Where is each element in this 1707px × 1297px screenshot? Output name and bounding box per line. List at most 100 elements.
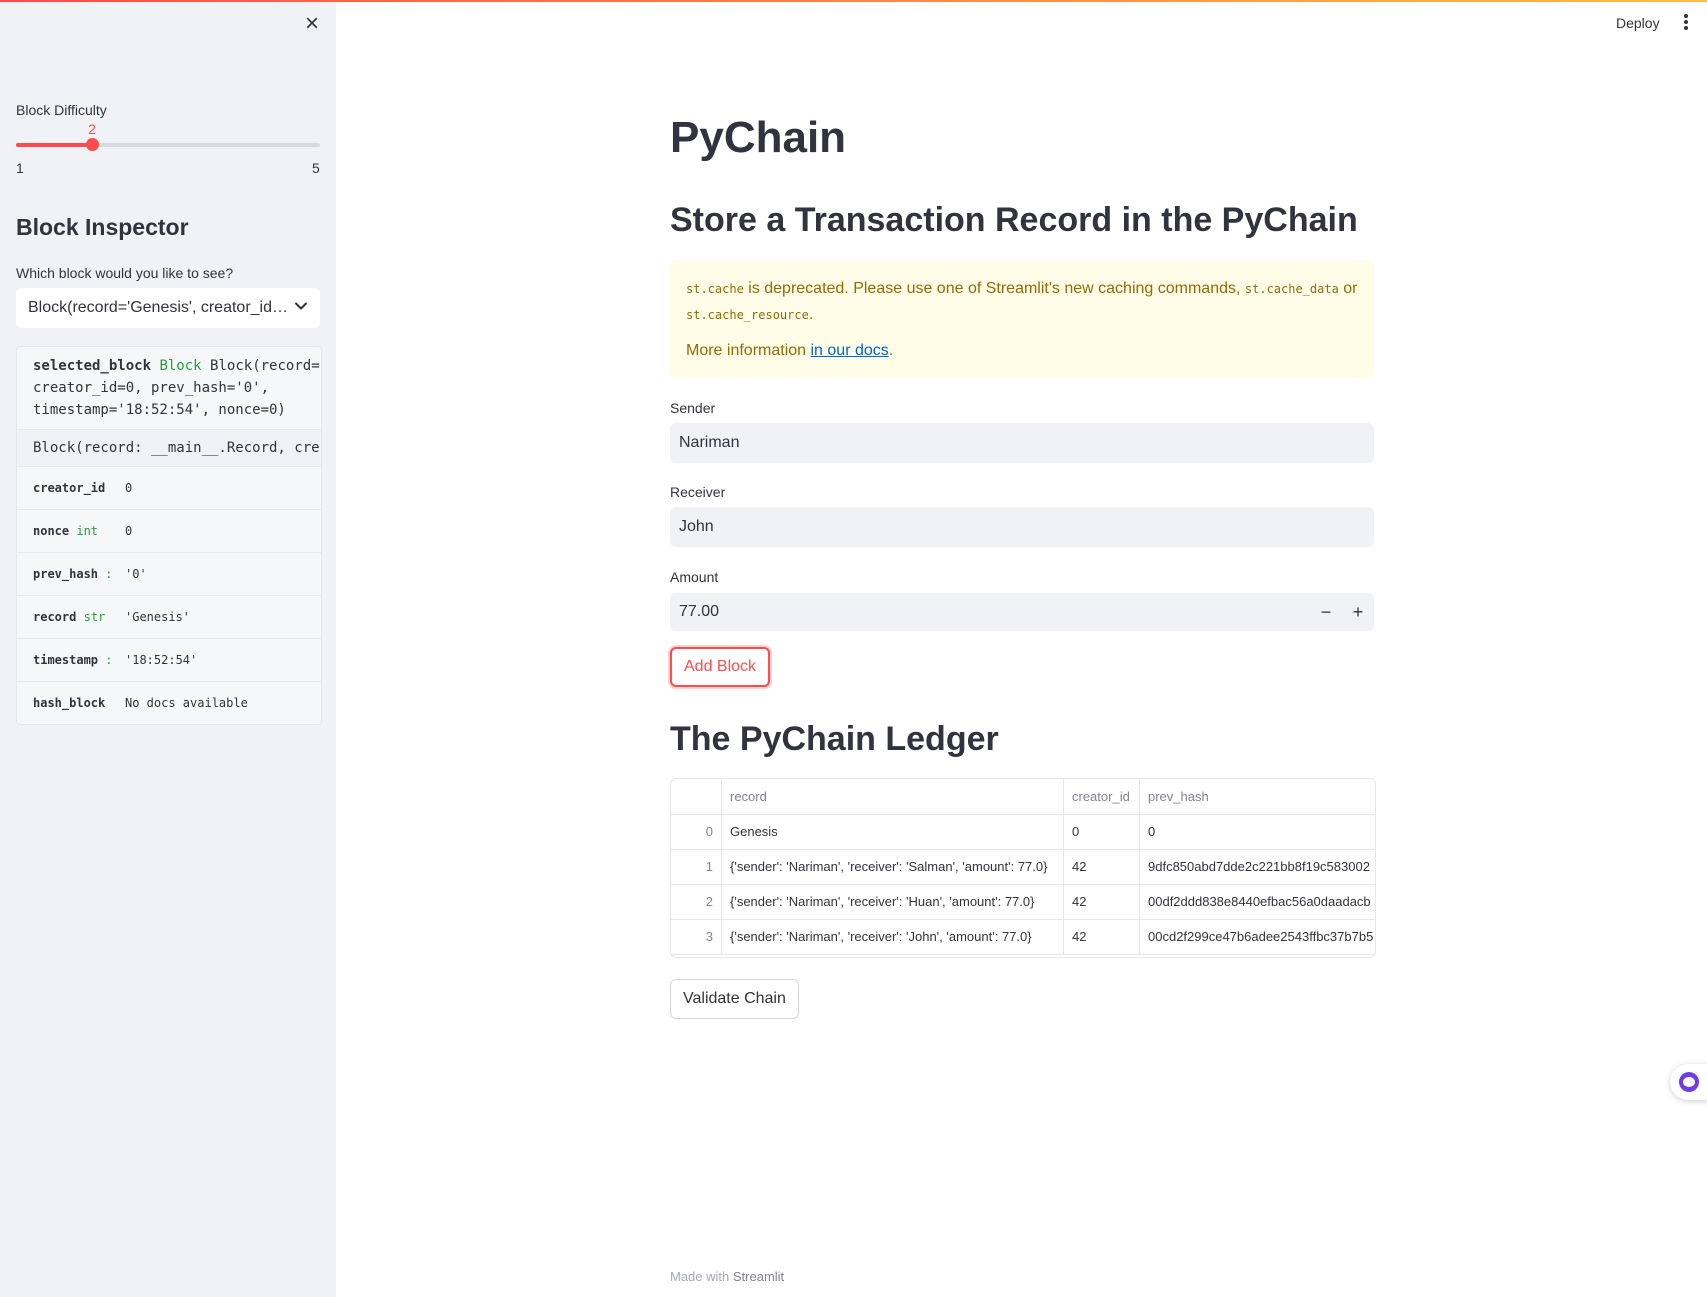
validate-chain-button[interactable]: Validate Chain bbox=[670, 979, 799, 1019]
table-cell[interactable]: 42 bbox=[1064, 849, 1140, 884]
help-docstring: Block(record: __main__.Record, cre bbox=[17, 430, 321, 467]
table-cell[interactable]: 00df2ddd838e8440efbac56a0daadacb bbox=[1140, 884, 1375, 919]
block-select-value: Block(record='Genesis', creator_id… bbox=[28, 299, 288, 316]
table-row: 1 {'sender': 'Nariman', 'receiver': 'Salm… bbox=[671, 849, 1375, 885]
help-member-key: record str bbox=[33, 610, 106, 624]
slider-fill bbox=[16, 143, 92, 147]
assistant-bubble-icon[interactable] bbox=[1670, 1064, 1707, 1100]
add-block-button[interactable]: Add Block bbox=[670, 647, 771, 687]
sidebar: × Block Difficulty 2 1 5 Block Inspector… bbox=[0, 0, 336, 1297]
decrement-button[interactable]: − bbox=[1310, 593, 1342, 631]
warning-line2: More information in our docs. bbox=[686, 338, 1358, 363]
receiver-label: Receiver bbox=[670, 484, 726, 500]
table-cell[interactable]: 42 bbox=[1064, 919, 1140, 954]
help-member-type: int bbox=[76, 524, 99, 538]
more-vertical-icon[interactable] bbox=[1680, 12, 1692, 34]
warning-text2: or bbox=[1338, 280, 1358, 297]
help-panel: selected_block Block Block(record= creat… bbox=[16, 346, 322, 725]
table-header-row: record creator_id prev_hash bbox=[671, 779, 1375, 815]
block-select-label: Which block would you like to see? bbox=[16, 265, 234, 281]
warning-code-cache-resource: st.cache_resource bbox=[686, 308, 809, 322]
table-header-cell[interactable]: creator_id bbox=[1064, 779, 1140, 814]
amount-number-input: − + bbox=[670, 593, 1374, 631]
footer-prefix: Made with bbox=[670, 1269, 733, 1284]
table-cell[interactable]: {'sender': 'Nariman', 'receiver': 'John'… bbox=[722, 919, 1064, 954]
warning-more-suffix: . bbox=[888, 342, 894, 359]
ledger-table[interactable]: record creator_id prev_hash 0 Genesis 0 0 1 {'se… bbox=[670, 778, 1376, 958]
table-header-cell[interactable] bbox=[671, 779, 722, 814]
help-member-value: 'Genesis' bbox=[125, 610, 191, 624]
table-header-cell[interactable]: record bbox=[722, 779, 1064, 814]
help-member-row: record str 'Genesis' bbox=[17, 596, 321, 639]
table-row: 2 {'sender': 'Nariman', 'receiver': 'Huan… bbox=[671, 884, 1375, 920]
warning-line1: st.cache is deprecated. Please use one o… bbox=[686, 276, 1358, 328]
row-index-cell[interactable]: 3 bbox=[671, 919, 722, 954]
sender-input[interactable] bbox=[670, 423, 1374, 463]
page-title: PyChain bbox=[670, 113, 847, 162]
warning-more-prefix: More information bbox=[686, 342, 811, 359]
footer: Made with Streamlit bbox=[670, 1269, 784, 1284]
table-cell[interactable]: 0 bbox=[1064, 814, 1140, 849]
receiver-input[interactable] bbox=[670, 507, 1374, 547]
section-heading: Store a Transaction Record in the PyChai… bbox=[670, 201, 1358, 239]
help-member-value: '18:52:54' bbox=[125, 653, 198, 667]
table-cell[interactable]: {'sender': 'Nariman', 'receiver': 'Huan'… bbox=[722, 884, 1064, 919]
warning-text3: . bbox=[808, 306, 814, 323]
table-cell[interactable]: {'sender': 'Nariman', 'receiver': 'Salma… bbox=[722, 849, 1064, 884]
help-member-type: : bbox=[105, 653, 113, 667]
table-header-cell[interactable]: prev_hash bbox=[1140, 779, 1375, 814]
sender-label: Sender bbox=[670, 400, 716, 416]
table-row: 0 Genesis 0 0 bbox=[671, 814, 1375, 850]
slider-max-label: 5 bbox=[312, 160, 320, 176]
help-member-key: timestamp : bbox=[33, 653, 113, 667]
deprecation-warning: st.cache is deprecated. Please use one o… bbox=[670, 260, 1374, 378]
close-sidebar-icon[interactable]: × bbox=[300, 12, 324, 36]
help-member-type: str bbox=[83, 610, 106, 624]
slider-value: 2 bbox=[88, 121, 96, 137]
table-cell[interactable]: 0 bbox=[1140, 814, 1375, 849]
warning-code-cache: st.cache bbox=[686, 282, 744, 296]
slider-thumb[interactable] bbox=[86, 138, 99, 151]
table-cell[interactable]: 9dfc850abd7dde2c221bb8f19c583002 bbox=[1140, 849, 1375, 884]
table-row: 3 {'sender': 'Nariman', 'receiver': 'John… bbox=[671, 919, 1375, 955]
help-var-type: Block bbox=[159, 358, 202, 374]
help-sig-line2: creator_id=0, prev_hash='0', bbox=[33, 380, 270, 396]
table-cell[interactable]: 00cd2f299ce47b6adee2543ffbc37b7b5 bbox=[1140, 919, 1375, 954]
help-member-value: '0' bbox=[125, 567, 147, 581]
deploy-button[interactable]: Deploy bbox=[1616, 15, 1660, 31]
help-members: creator_id 0 nonce int 0 prev_hash : '0' reco… bbox=[17, 467, 321, 724]
help-member-value: 0 bbox=[125, 481, 133, 495]
difficulty-slider[interactable] bbox=[16, 138, 320, 151]
amount-label: Amount bbox=[670, 569, 719, 585]
help-member-type: : bbox=[105, 567, 113, 581]
help-var-name: selected_block bbox=[33, 358, 152, 374]
docs-link[interactable]: in our docs bbox=[811, 342, 889, 359]
table-cell[interactable]: 42 bbox=[1064, 884, 1140, 919]
slider-min-label: 1 bbox=[16, 160, 24, 176]
help-sig-line3: timestamp='18:52:54', nonce=0) bbox=[33, 402, 286, 418]
help-member-value: No docs available bbox=[125, 696, 248, 710]
block-select[interactable]: Block(record='Genesis', creator_id… bbox=[16, 288, 320, 328]
row-index-cell[interactable]: 1 bbox=[671, 849, 722, 884]
help-member-key: prev_hash : bbox=[33, 567, 113, 581]
warning-text1: is deprecated. Please use one of Streaml… bbox=[743, 280, 1245, 297]
difficulty-label: Block Difficulty bbox=[16, 102, 107, 118]
streamlit-link[interactable]: Streamlit bbox=[733, 1269, 784, 1284]
ledger-heading: The PyChain Ledger bbox=[670, 720, 999, 758]
help-member-value: 0 bbox=[125, 524, 133, 538]
help-member-row: creator_id 0 bbox=[17, 467, 321, 510]
increment-button[interactable]: + bbox=[1342, 593, 1374, 631]
help-member-row: nonce int 0 bbox=[17, 510, 321, 553]
help-signature: selected_block Block Block(record= creat… bbox=[17, 347, 321, 430]
amount-input[interactable] bbox=[670, 593, 1270, 631]
top-accent-bar bbox=[0, 0, 1707, 2]
table-cell[interactable]: Genesis bbox=[722, 814, 1064, 849]
warning-code-cache-data: st.cache_data bbox=[1244, 282, 1339, 296]
help-member-row: timestamp : '18:52:54' bbox=[17, 639, 321, 682]
chevron-down-icon bbox=[294, 299, 308, 318]
block-inspector-heading: Block Inspector bbox=[16, 214, 189, 240]
help-sig-line1: Block(record= bbox=[210, 358, 320, 374]
help-member-key: hash_block bbox=[33, 696, 106, 710]
row-index-cell[interactable]: 2 bbox=[671, 884, 722, 919]
row-index-cell[interactable]: 0 bbox=[671, 814, 722, 849]
